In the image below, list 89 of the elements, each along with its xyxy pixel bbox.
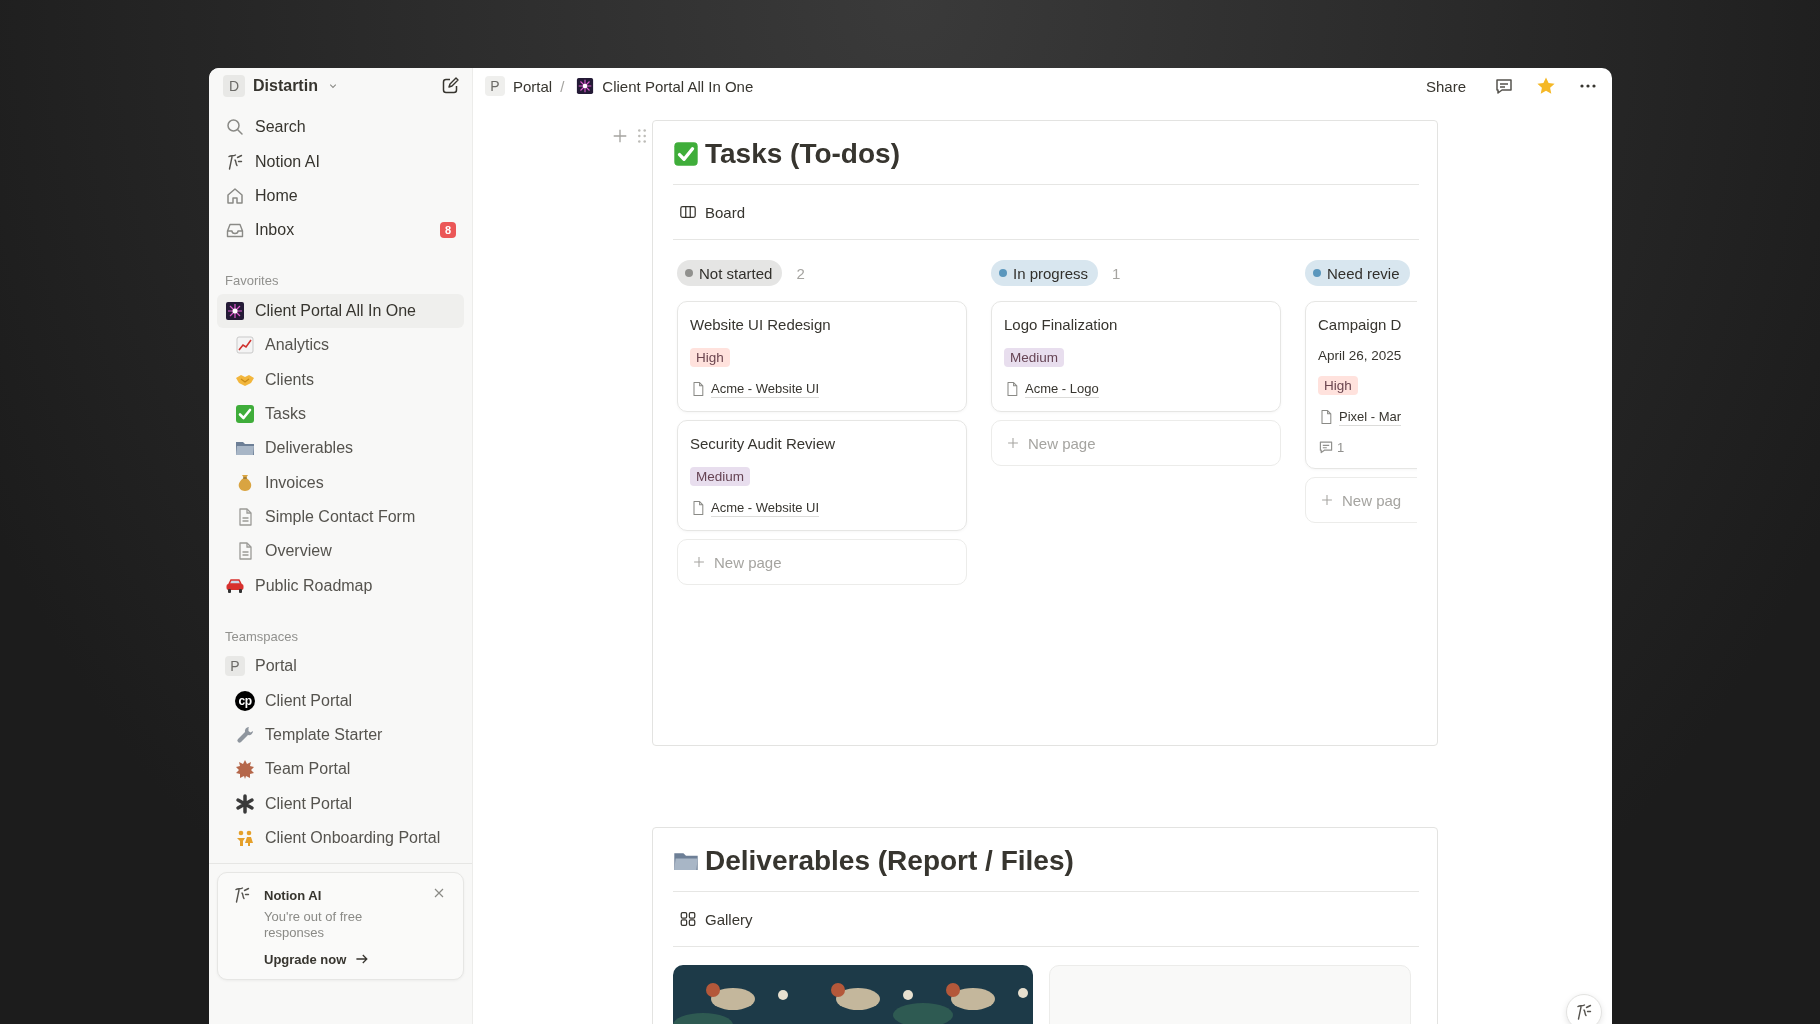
sidebar-item[interactable]: Simple Contact Form	[217, 499, 464, 535]
page-icon	[690, 500, 706, 516]
home-icon	[225, 185, 245, 206]
card-date: April 26, 2025	[1318, 348, 1402, 363]
plus-icon	[1320, 493, 1334, 507]
sidebar-item[interactable]: Team Portal	[217, 752, 464, 787]
block-title: Tasks (To-dos)	[705, 138, 900, 170]
sidebar-item[interactable]: Template Starter	[217, 717, 464, 753]
section-heading: Teamspaces	[224, 627, 299, 646]
relation-link[interactable]: Acme - Website UI	[711, 380, 820, 398]
sidebar-item[interactable]: cp Client Portal	[217, 683, 464, 718]
share-button[interactable]: Share	[1423, 75, 1468, 97]
column-count: 2	[796, 264, 805, 282]
logo-icon: cp	[235, 690, 255, 711]
sidebar-item[interactable]: Invoices	[217, 465, 464, 500]
upgrade-link[interactable]: Upgrade now	[264, 951, 371, 968]
task-card[interactable]: Logo Finalization Medium Acme - Logo	[991, 301, 1281, 412]
sidebar-item[interactable]: Clients	[217, 362, 464, 397]
workspace-avatar: D	[223, 75, 245, 97]
board-icon	[679, 203, 697, 221]
sketch-icon	[1574, 1002, 1594, 1022]
relation-link[interactable]: Pixel - Mar	[1339, 408, 1402, 426]
card-message: You're out of free responses	[264, 909, 364, 942]
comment-icon[interactable]	[1494, 76, 1514, 96]
task-card[interactable]: Security Audit Review Medium Acme - Website UI	[677, 420, 967, 531]
comment-icon	[1318, 439, 1334, 455]
page-icon	[1318, 409, 1334, 425]
card-title: Website UI Redesign	[690, 315, 831, 335]
breadcrumb-separator: /	[560, 77, 565, 95]
sidebar-item[interactable]: Public Roadmap	[217, 568, 464, 604]
sidebar-item[interactable]: Overview	[217, 534, 464, 569]
view-tab[interactable]: Board	[673, 199, 752, 225]
view-tab[interactable]: Gallery	[673, 906, 759, 932]
teamspace-avatar: P	[485, 76, 505, 96]
block-title: Deliverables (Report / Files)	[705, 845, 1074, 877]
relation-link[interactable]: Acme - Website UI	[711, 499, 820, 517]
sidebar-item[interactable]: Deliverables	[217, 431, 464, 466]
card-title: Notion AI	[264, 887, 323, 903]
star-icon[interactable]	[1536, 76, 1556, 96]
count-badge: 8	[439, 222, 456, 239]
breadcrumb-link[interactable]: Client Portal All In One	[600, 75, 756, 97]
page-icon	[690, 381, 706, 397]
sidebar-item[interactable]: Tasks	[217, 396, 464, 432]
sidebar-item[interactable]: Client Portal All In One	[217, 293, 464, 328]
sidebar-item[interactable]: Home	[217, 178, 464, 214]
asterisk-icon	[235, 793, 255, 814]
sketch-icon	[232, 885, 252, 906]
card-title: Security Audit Review	[690, 434, 836, 454]
task-card[interactable]: Campaign D April 26, 2025 High Pixel - Mar 1	[1305, 301, 1417, 469]
column-count: 1	[1112, 264, 1121, 282]
page-icon	[1004, 381, 1020, 397]
workspace-name[interactable]: Distartin	[253, 77, 318, 95]
priority-tag: Medium	[690, 467, 750, 486]
assistant-button[interactable]	[1566, 994, 1602, 1024]
sidebar-item[interactable]: P Portal	[217, 649, 464, 684]
chart-icon	[235, 335, 255, 356]
status-label: Need revie	[1305, 260, 1410, 286]
plus-icon[interactable]	[611, 127, 629, 145]
sidebar-item[interactable]: Analytics	[217, 327, 464, 363]
priority-tag: High	[1318, 376, 1358, 395]
plus-icon	[692, 555, 706, 569]
checkbox-icon	[673, 141, 699, 167]
card-title: Campaign D	[1318, 315, 1402, 335]
status-label: Not started	[677, 260, 783, 286]
search-icon	[225, 117, 245, 138]
compose-icon[interactable]	[440, 76, 460, 96]
comment-count: 1	[1337, 439, 1345, 455]
plus-icon	[1006, 436, 1020, 450]
sidebar-item[interactable]: Client Onboarding Portal	[217, 821, 464, 856]
sparkle-icon	[225, 300, 245, 321]
priority-tag: High	[690, 348, 730, 367]
sparkle-icon	[576, 77, 595, 95]
priority-tag: Medium	[1004, 348, 1064, 367]
sidebar-item[interactable]: Search	[217, 110, 464, 145]
relation-link[interactable]: Acme - Logo	[1025, 380, 1099, 398]
sketch-icon	[225, 151, 245, 172]
sidebar-item[interactable]: Client Portal	[217, 786, 464, 822]
task-card[interactable]: Website UI Redesign High Acme - Website UI	[677, 301, 967, 412]
section-heading: Favorites	[224, 272, 280, 291]
breadcrumb-link[interactable]: Portal	[511, 75, 555, 97]
gallery-icon	[679, 910, 697, 928]
sidebar-item[interactable]: Inbox 8	[217, 213, 464, 248]
status-label: In progress	[991, 260, 1099, 286]
wrench-icon	[235, 725, 255, 746]
checkbox-icon	[235, 403, 255, 424]
teamspace-avatar: P	[225, 656, 245, 677]
people-icon	[235, 828, 255, 849]
sidebar-item[interactable]: Notion AI	[217, 144, 464, 179]
card-title: Logo Finalization	[1004, 315, 1118, 335]
